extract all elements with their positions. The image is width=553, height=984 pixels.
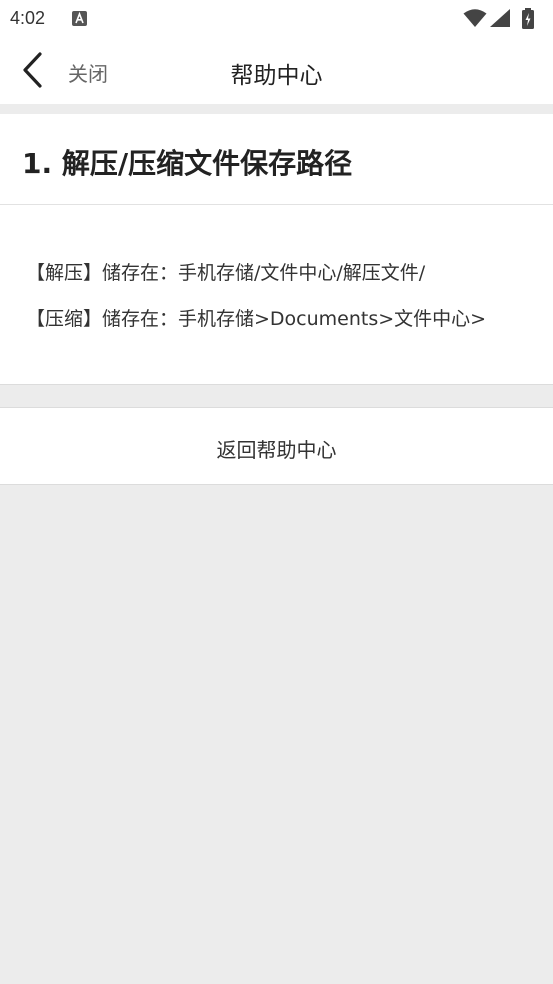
divider <box>0 204 553 205</box>
article-card: 1. 解压/压缩文件保存路径 【解压】储存在：手机存储/文件中心/解压文件/ 【… <box>0 114 553 385</box>
page-title: 帮助中心 <box>230 63 323 89</box>
section-divider <box>0 104 553 114</box>
status-bar: 4:02 <box>0 0 553 36</box>
unzip-path-text: 【解压】储存在：手机存储/文件中心/解压文件/ <box>26 262 426 284</box>
status-time: 4:02 <box>10 8 46 28</box>
wifi-icon <box>463 8 487 32</box>
status-icons <box>463 8 543 30</box>
return-label: 返回帮助中心 <box>216 438 337 462</box>
signal-icon <box>489 8 511 32</box>
top-navigation-bar: 关闭 帮助中心 <box>0 36 553 104</box>
a-badge-icon <box>72 11 87 26</box>
article-title: 1. 解压/压缩文件保存路径 <box>22 147 353 180</box>
compress-path-text: 【压缩】储存在：手机存储>Documents>文件中心> <box>26 308 487 330</box>
return-to-help-center-button[interactable]: 返回帮助中心 <box>0 407 553 485</box>
battery-charging-icon <box>521 8 535 34</box>
